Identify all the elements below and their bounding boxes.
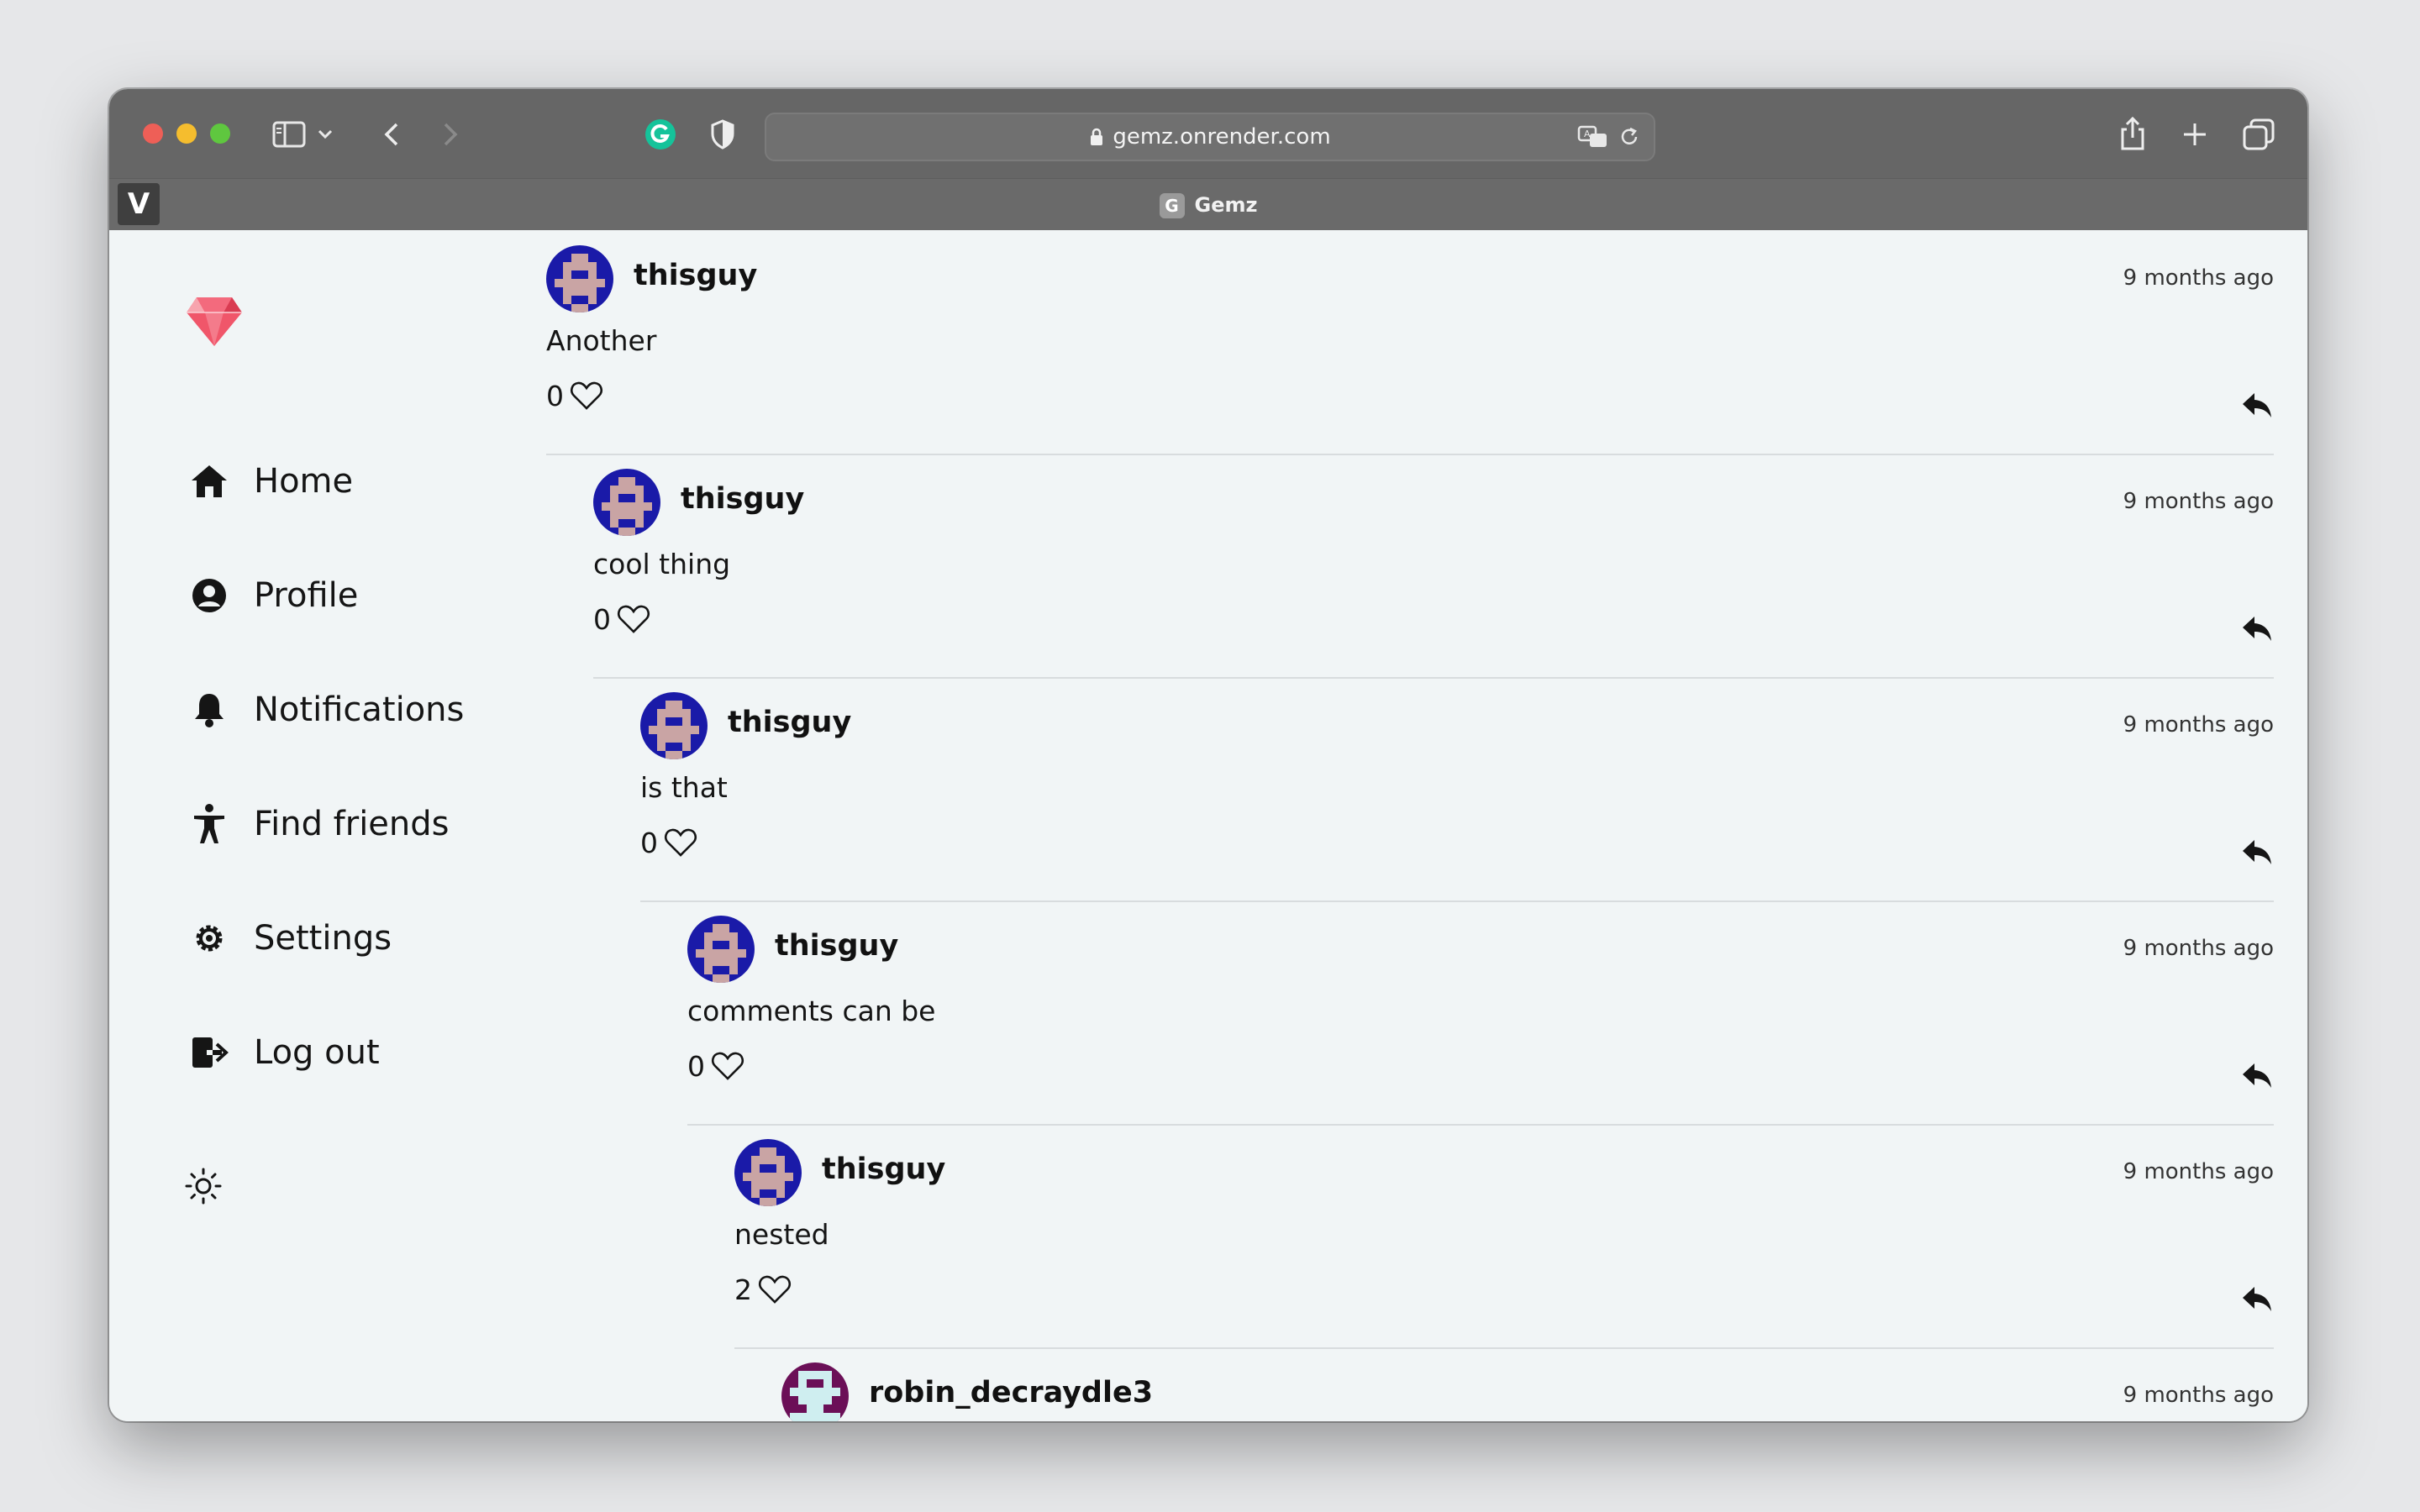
comment-username[interactable]: thisguy <box>634 259 757 292</box>
comment-item: robin_decraydle3 9 months ago <box>781 1347 2274 1421</box>
pinned-tab-vimeo[interactable]: V <box>118 183 160 225</box>
comment-username[interactable]: thisguy <box>681 482 804 516</box>
forward-icon[interactable] <box>434 118 467 151</box>
sidebar-item-find-friends[interactable]: Find friends <box>188 795 450 853</box>
bell-icon <box>188 689 230 731</box>
heart-icon[interactable] <box>616 601 651 637</box>
share-icon[interactable] <box>2116 114 2149 153</box>
comment-username[interactable]: robin_decraydle3 <box>869 1376 1153 1410</box>
comment-text: Another <box>546 324 657 357</box>
sidebar-item-label: Notifications <box>254 690 465 729</box>
reply-icon[interactable] <box>2240 1058 2274 1092</box>
accessibility-person-icon <box>188 803 230 845</box>
profile-icon <box>188 575 230 617</box>
logout-icon <box>188 1032 230 1074</box>
comment-item: thisguy 9 months ago nested 2 <box>734 1124 2274 1349</box>
tab-gemz[interactable]: G Gemz <box>109 179 2307 231</box>
like-control: 2 <box>734 1272 792 1307</box>
heart-icon[interactable] <box>757 1272 792 1307</box>
comment-item: thisguy 9 months ago Another 0 <box>546 230 2274 455</box>
avatar[interactable] <box>734 1139 802 1206</box>
avatar[interactable] <box>640 692 708 759</box>
browser-toolbar: gemz.onrender.com A <box>109 89 2307 178</box>
sidebar-item-label: Home <box>254 462 354 501</box>
comment-text: comments can be <box>687 995 936 1027</box>
reply-icon[interactable] <box>2240 1282 2274 1315</box>
sidebar-item-label: Profile <box>254 576 359 615</box>
privacy-shield-icon[interactable] <box>706 118 739 151</box>
avatar[interactable] <box>546 245 613 312</box>
like-control: 0 <box>546 378 604 413</box>
avatar[interactable] <box>687 916 755 983</box>
tab-bar: G Gemz <box>109 178 2307 233</box>
close-window-button[interactable] <box>143 123 163 144</box>
url-text: gemz.onrender.com <box>766 114 1654 160</box>
sidebar-item-logout[interactable]: Log out <box>188 1023 380 1082</box>
sidebar-item-settings[interactable]: Settings <box>188 909 392 968</box>
like-count: 0 <box>593 602 611 636</box>
sidebar-toggle-icon[interactable] <box>271 118 308 151</box>
translate-icon[interactable]: A <box>1576 124 1610 150</box>
heart-icon[interactable] <box>710 1048 745 1084</box>
vimeo-icon: V <box>127 187 150 221</box>
comment-timestamp: 9 months ago <box>2123 1383 2274 1408</box>
sidebar-item-label: Log out <box>254 1033 380 1072</box>
like-count: 0 <box>546 379 564 412</box>
comment-item: thisguy 9 months ago is that 0 <box>640 677 2274 902</box>
comment-text: is that <box>640 771 728 804</box>
comment-text: cool thing <box>593 548 731 580</box>
home-icon <box>188 460 230 502</box>
sidebar-item-home[interactable]: Home <box>188 452 353 511</box>
heart-icon[interactable] <box>663 825 698 860</box>
lock-icon <box>1091 128 1103 145</box>
avatar[interactable] <box>781 1362 849 1421</box>
chevron-down-icon[interactable] <box>314 123 336 146</box>
reply-icon[interactable] <box>2240 835 2274 869</box>
new-tab-icon[interactable] <box>2178 118 2212 151</box>
zoom-window-button[interactable] <box>210 123 230 144</box>
tab-favicon: G <box>1159 193 1185 218</box>
sidebar-item-label: Find friends <box>254 805 450 843</box>
grammarly-extension-icon[interactable] <box>644 118 677 151</box>
reply-icon[interactable] <box>2240 388 2274 422</box>
like-count: 2 <box>734 1273 752 1306</box>
like-control: 0 <box>687 1048 745 1084</box>
comment-username[interactable]: thisguy <box>775 929 898 963</box>
back-icon[interactable] <box>375 118 408 151</box>
comment-item: thisguy 9 months ago comments can be 0 <box>687 900 2274 1126</box>
sidebar-item-label: Settings <box>254 919 392 958</box>
comment-item: thisguy 9 months ago cool thing 0 <box>593 454 2274 679</box>
url-label: gemz.onrender.com <box>1113 124 1331 150</box>
svg-text:A: A <box>1584 129 1591 139</box>
like-control: 0 <box>593 601 651 637</box>
comment-username[interactable]: thisguy <box>822 1152 945 1186</box>
comment-timestamp: 9 months ago <box>2123 489 2274 514</box>
reply-icon[interactable] <box>2240 612 2274 645</box>
gear-icon <box>188 917 230 959</box>
comment-username[interactable]: thisguy <box>728 706 851 739</box>
heart-icon[interactable] <box>569 378 604 413</box>
minimize-window-button[interactable] <box>176 123 197 144</box>
like-count: 0 <box>640 826 658 859</box>
comment-text: nested <box>734 1218 829 1251</box>
tab-title: Gemz <box>1194 193 1258 217</box>
reload-icon[interactable] <box>1617 124 1642 150</box>
like-control: 0 <box>640 825 698 860</box>
sidebar-item-notifications[interactable]: Notifications <box>188 680 464 739</box>
comment-timestamp: 9 months ago <box>2123 936 2274 961</box>
avatar[interactable] <box>593 469 660 536</box>
page-content: Home Profile Notifications Find friends … <box>109 230 2307 1421</box>
gem-icon[interactable] <box>185 292 244 351</box>
browser-window: gemz.onrender.com A G Gemz V Home Profil… <box>109 89 2307 1421</box>
sun-icon[interactable] <box>183 1166 224 1206</box>
comment-timestamp: 9 months ago <box>2123 265 2274 291</box>
like-count: 0 <box>687 1049 705 1083</box>
address-bar[interactable]: gemz.onrender.com A <box>765 113 1655 161</box>
comment-timestamp: 9 months ago <box>2123 1159 2274 1184</box>
tab-overview-icon[interactable] <box>2240 116 2277 153</box>
comment-timestamp: 9 months ago <box>2123 712 2274 738</box>
sidebar-item-profile[interactable]: Profile <box>188 566 358 625</box>
